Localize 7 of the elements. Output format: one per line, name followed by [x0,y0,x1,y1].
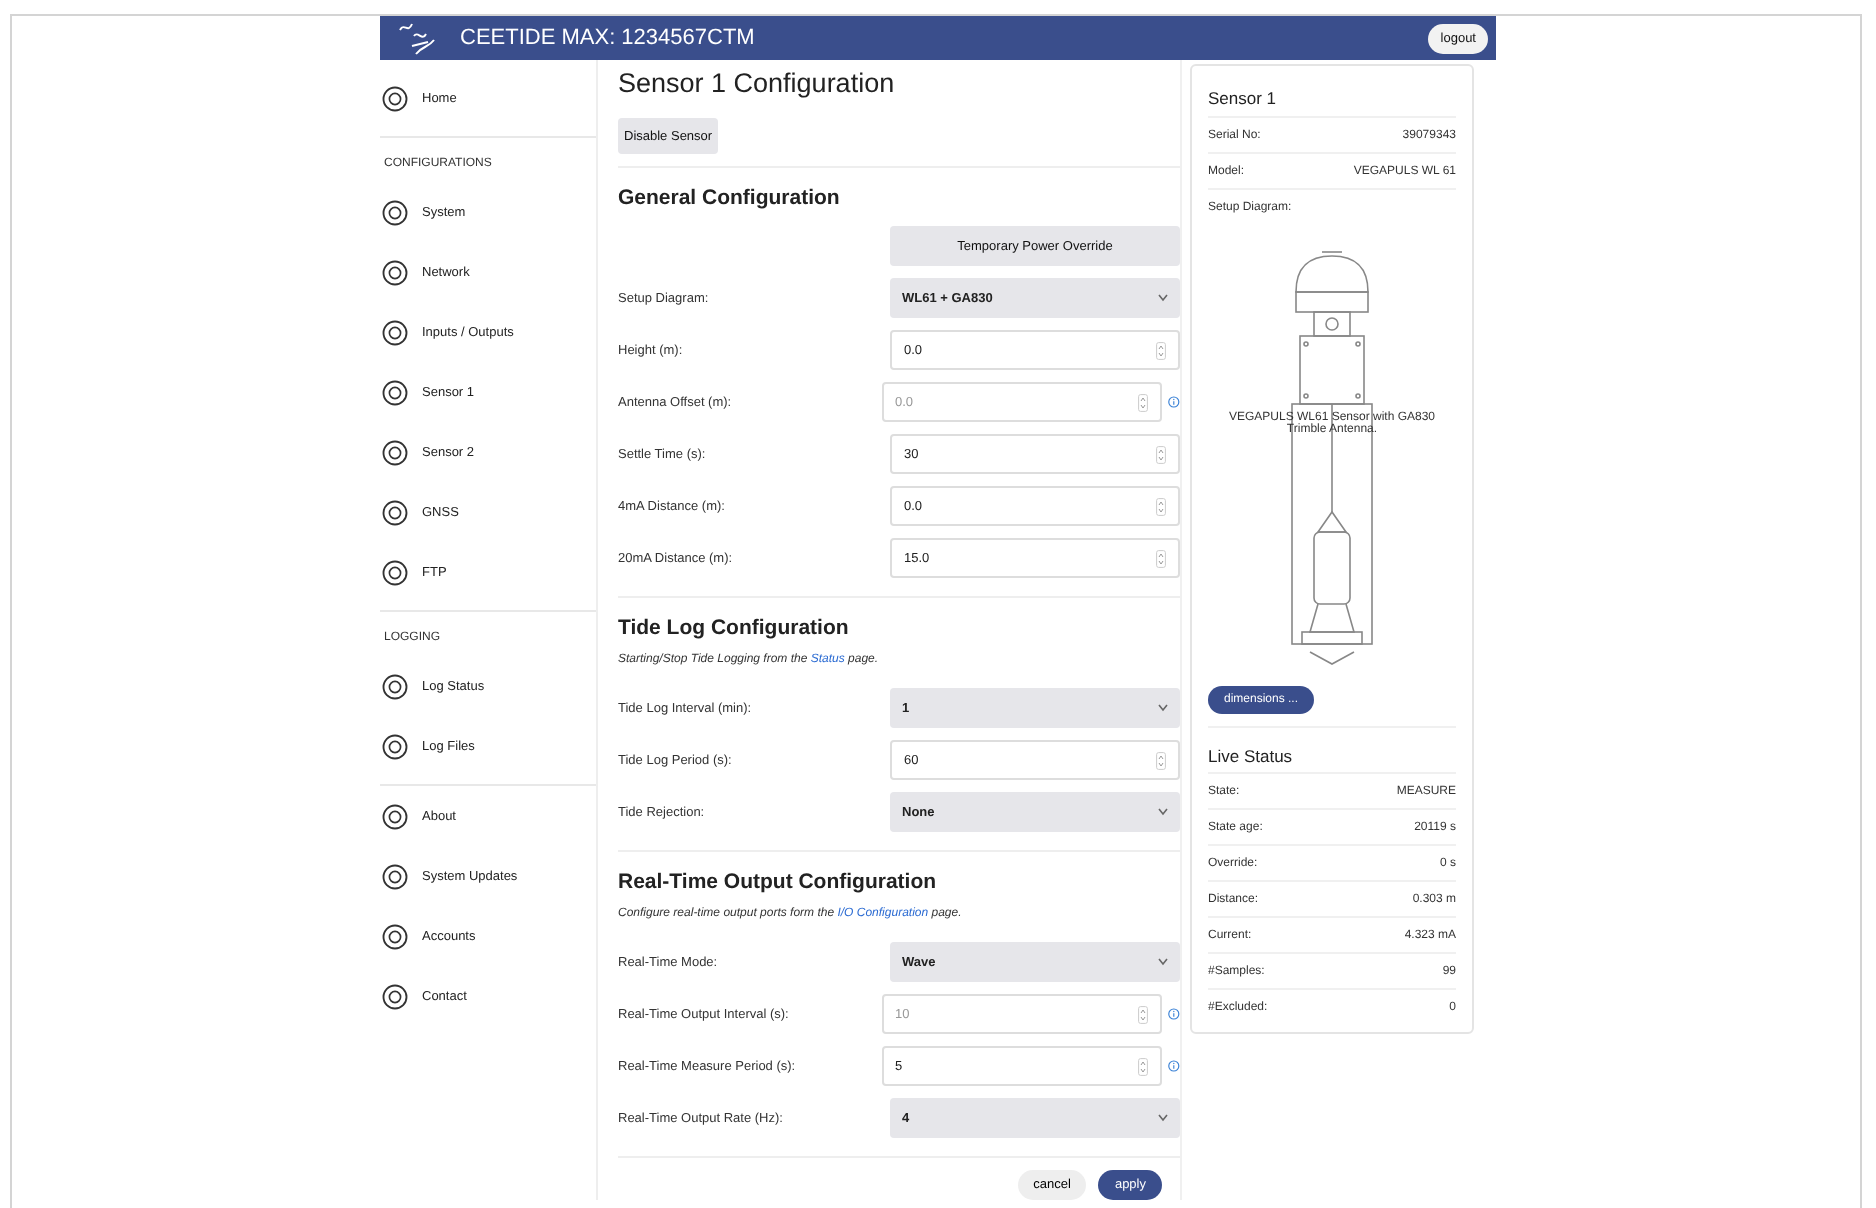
page-title: Sensor 1 Configuration [618,68,895,98]
card-title: Sensor 1 [1208,88,1277,108]
section-title: Tide Log Configuration [618,616,849,640]
section-title: Real-Time Output Configuration [618,870,937,894]
app-title: CEETIDE MAX: 1234567CTM [460,26,757,50]
section-title: Live Status [1208,746,1293,766]
section-title: General Configuration [618,186,840,210]
